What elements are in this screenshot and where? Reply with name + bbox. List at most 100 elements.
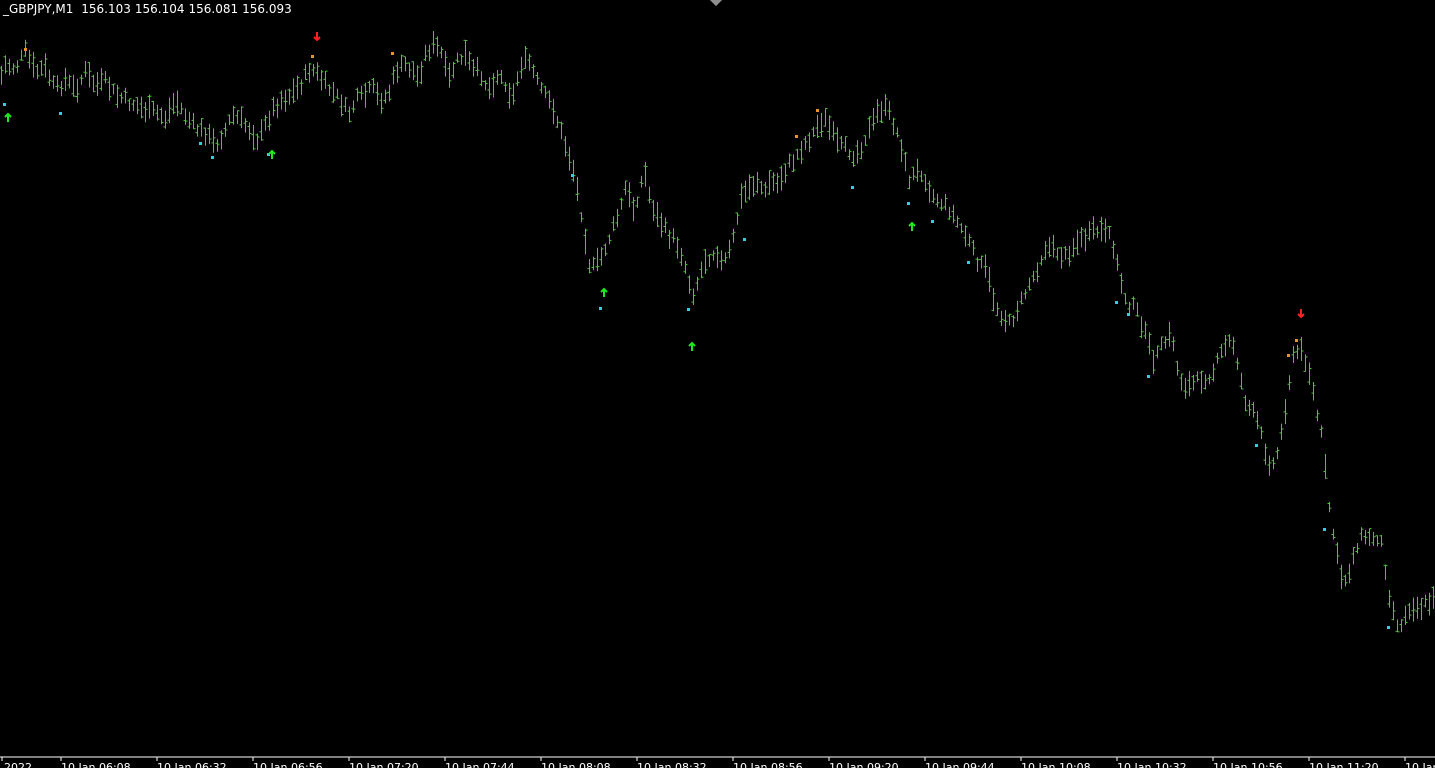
ohlc-bar bbox=[1115, 254, 1120, 271]
ohlc-bar bbox=[963, 225, 968, 247]
ohlc-bar bbox=[1031, 270, 1036, 283]
ohlc-bar bbox=[339, 94, 344, 117]
ohlc-bar bbox=[175, 90, 180, 117]
time-tick-label: 10 Jan 08:08 bbox=[541, 761, 611, 768]
ohlc-bar bbox=[1387, 589, 1392, 608]
ohlc-bar bbox=[1195, 371, 1200, 382]
ohlc-bar bbox=[307, 62, 312, 83]
ohlc-bar bbox=[1327, 501, 1332, 513]
ohlc-bar bbox=[503, 82, 508, 92]
ohlc-bar bbox=[1347, 563, 1352, 584]
ohlc-bar bbox=[1263, 443, 1268, 465]
ohlc-bar bbox=[839, 135, 844, 150]
ohlc-bar bbox=[275, 98, 280, 119]
ohlc-bar bbox=[443, 51, 448, 77]
ohlc-bar bbox=[287, 88, 292, 105]
ohlc-bar bbox=[787, 153, 792, 168]
signal-dot-cyan bbox=[199, 142, 202, 145]
ohlc-bar bbox=[1375, 535, 1380, 547]
ohlc-bar bbox=[783, 163, 788, 184]
ohlc-bar bbox=[299, 79, 304, 95]
signal-dot-cyan bbox=[1323, 528, 1326, 531]
symbol-timeframe: _GBPJPY,M1 bbox=[3, 2, 74, 16]
ohlc-bar bbox=[675, 236, 680, 259]
buy-arrow-icon bbox=[4, 112, 12, 122]
ohlc-bar bbox=[1255, 411, 1260, 430]
chart-window[interactable]: _GBPJPY,M1 156.103 156.104 156.081 156.093 … bbox=[0, 0, 1435, 768]
ohlc-bar bbox=[835, 127, 840, 153]
ohlc-bar bbox=[171, 93, 176, 115]
ohlc-bar bbox=[743, 180, 748, 203]
time-tick-label: 10 Jan 08:32 bbox=[637, 761, 707, 768]
signal-dot-cyan bbox=[1127, 313, 1130, 316]
ohlc-bar bbox=[127, 98, 132, 111]
ohlc-bar bbox=[1251, 402, 1256, 418]
ohlc-bar bbox=[1015, 300, 1020, 322]
ohlc-bar bbox=[1395, 619, 1400, 633]
signal-dot-cyan bbox=[687, 308, 690, 311]
ohlc-bar bbox=[551, 98, 556, 125]
ohlc-bar bbox=[775, 172, 780, 194]
ohlc-bar bbox=[1151, 349, 1156, 374]
ohlc-bar bbox=[0, 65, 4, 85]
price-chart[interactable]: 2022 10 Jan 06:08 10 Jan 06:32 10 Jan 06:56… bbox=[0, 0, 1435, 768]
ohlc-bar bbox=[815, 114, 820, 138]
ohlc-bar bbox=[363, 82, 368, 108]
ohlc-bar bbox=[735, 212, 740, 225]
ohlc-bar bbox=[979, 255, 984, 269]
ohlc-bar bbox=[507, 82, 512, 109]
ohlc-bar bbox=[587, 259, 592, 274]
ohlc-bar bbox=[799, 140, 804, 164]
ohlc-bar bbox=[595, 247, 600, 272]
ohlc-bar bbox=[1211, 363, 1216, 382]
signal-dot-cyan bbox=[907, 202, 910, 205]
ohlc-bar bbox=[267, 110, 272, 131]
time-tick-label: 10 Jan 08:56 bbox=[733, 761, 803, 768]
ohlc-bar bbox=[711, 250, 716, 261]
signal-dot-cyan bbox=[1387, 626, 1390, 629]
ohlc-bar bbox=[43, 53, 48, 78]
ohlc-bar bbox=[423, 44, 428, 62]
ohlc-bar bbox=[1319, 425, 1324, 438]
ohlc-bar bbox=[1303, 354, 1308, 372]
ohlc-bar bbox=[1411, 597, 1416, 622]
ohlc-bar bbox=[79, 74, 84, 85]
ohlc-bar bbox=[1355, 543, 1360, 554]
ohlc-bar bbox=[479, 71, 484, 87]
ohlc-bar bbox=[87, 61, 92, 88]
ohlc-bar bbox=[1027, 277, 1032, 291]
ohlc-bar bbox=[91, 74, 96, 93]
ohlc-bar bbox=[159, 107, 164, 125]
ohlc-bar bbox=[831, 121, 836, 141]
time-tick-label: 2022 bbox=[4, 761, 32, 768]
ohlc-bar bbox=[859, 142, 864, 160]
ohlc-bar bbox=[1279, 423, 1284, 440]
ohlc-bar bbox=[1123, 293, 1128, 305]
ohlc-bar bbox=[51, 75, 56, 89]
ohlc-bar bbox=[1159, 336, 1164, 351]
ohlc-bar bbox=[107, 76, 112, 101]
ohlc-bar bbox=[31, 51, 36, 78]
ohlc-bar bbox=[575, 177, 580, 201]
ohlc-bar bbox=[403, 56, 408, 72]
ohlc-bar bbox=[1055, 247, 1060, 261]
ohlc-bar bbox=[1243, 395, 1248, 412]
ohlc-bar bbox=[1035, 262, 1040, 283]
ohlc-bar bbox=[535, 72, 540, 85]
ohlc-bar bbox=[967, 233, 972, 247]
ohlc-close: 156.093 bbox=[242, 2, 292, 16]
ohlc-bar bbox=[663, 217, 668, 233]
ohlc-bar bbox=[623, 180, 628, 196]
ohlc-bar bbox=[931, 188, 936, 204]
ohlc-bar bbox=[19, 49, 24, 61]
ohlc-bar bbox=[419, 61, 424, 85]
signal-dot-cyan bbox=[1147, 375, 1150, 378]
ohlc-bar bbox=[983, 254, 988, 278]
ohlc-bar bbox=[971, 240, 976, 256]
ohlc-bar bbox=[1383, 564, 1388, 580]
ohlc-bar bbox=[327, 84, 332, 96]
ohlc-bar bbox=[1287, 375, 1292, 391]
ohlc-bar bbox=[383, 89, 388, 104]
ohlc-bar bbox=[1427, 592, 1432, 616]
ohlc-bar bbox=[399, 54, 404, 72]
